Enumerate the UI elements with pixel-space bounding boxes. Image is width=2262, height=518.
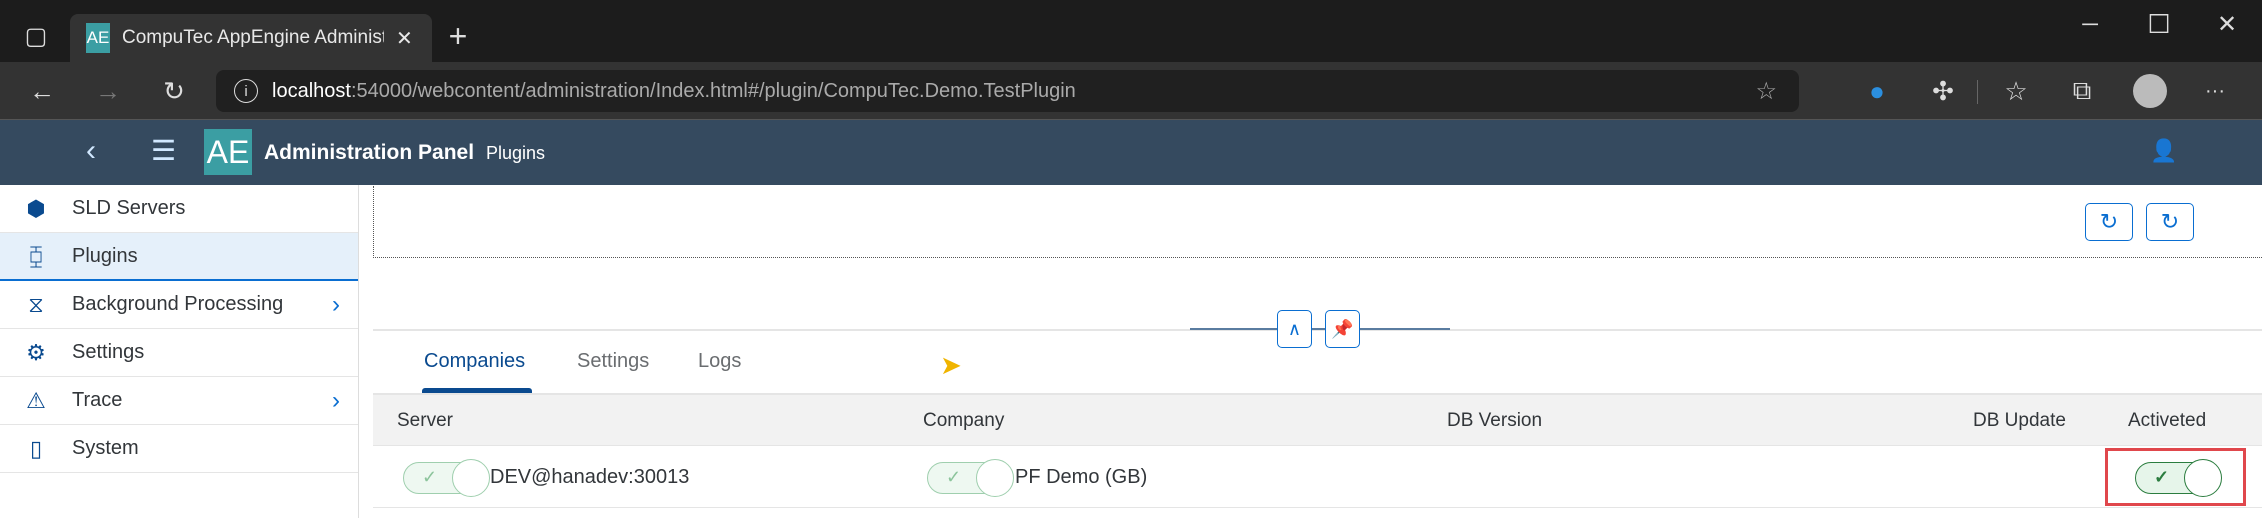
more-icon[interactable]: ···	[2195, 71, 2235, 111]
sidebar-item-label: System	[72, 437, 139, 459]
sidebar-item-system[interactable]: ▯ System	[0, 425, 358, 473]
company-toggle[interactable]: ✓	[927, 459, 1014, 497]
address-bar[interactable]: i localhost:54000/webcontent/administrat…	[216, 70, 1799, 112]
warning-icon: ⚠	[26, 387, 46, 413]
sidebar-item-settings[interactable]: ⚙ Settings	[0, 329, 358, 377]
app-logo: AE	[204, 129, 252, 175]
tab-title: CompuTec AppEngine Administr	[122, 27, 384, 48]
app-header: ‹ ☰ AE Administration Panel Plugins 👤	[0, 120, 2262, 185]
sidebar: ⬢ SLD Servers ⧮ Plugins ⧖ Background Proces…	[0, 185, 359, 518]
chevron-right-icon[interactable]: ›	[332, 291, 340, 319]
column-header-db-version[interactable]: DB Version	[1447, 410, 1542, 432]
close-tab-icon[interactable]: ✕	[396, 26, 413, 51]
browser-tab[interactable]: AE CompuTec AppEngine Administr ✕	[70, 14, 432, 62]
column-header-activated[interactable]: Activeted	[2128, 410, 2206, 432]
divider-accent	[1190, 328, 1450, 330]
close-window-icon[interactable]: ✕	[2207, 4, 2247, 44]
collapse-header-button[interactable]: ∧	[1277, 310, 1312, 348]
back-nav-icon[interactable]: ‹	[86, 134, 96, 168]
sld-servers-icon: ⬢	[26, 195, 46, 221]
forward-icon[interactable]: →	[88, 71, 128, 111]
reload-icon[interactable]: ↻	[154, 71, 194, 111]
favorites-icon[interactable]: ☆	[1996, 71, 2036, 111]
minimize-icon[interactable]: ─	[2070, 4, 2110, 44]
back-icon[interactable]: ←	[22, 71, 62, 111]
settings-icon: ⚙	[26, 339, 46, 365]
menu-icon[interactable]: ☰	[151, 134, 176, 167]
browser-extension-icon[interactable]: ●	[1857, 71, 1897, 111]
browser-toolbar: ← → ↻ i localhost:54000/webcontent/admin…	[0, 62, 2262, 120]
tab-actions-icon[interactable]: ▢	[16, 16, 56, 56]
tab-settings[interactable]: Settings	[577, 350, 649, 373]
sidebar-item-label: Trace	[72, 389, 123, 411]
chevron-right-icon[interactable]: ›	[332, 387, 340, 415]
server-toggle[interactable]: ✓	[403, 459, 490, 497]
add-favorite-icon[interactable]: ☆	[1755, 77, 1777, 106]
sidebar-item-label: Settings	[72, 341, 145, 363]
mouse-cursor: ➤	[940, 350, 962, 380]
refresh-button[interactable]: ↻	[2085, 203, 2133, 241]
collections-icon[interactable]: ⧉	[2062, 71, 2102, 111]
sidebar-item-label: SLD Servers	[72, 197, 186, 219]
company-cell: PF Demo (GB)	[1015, 466, 1148, 488]
column-header-server[interactable]: Server	[397, 410, 453, 432]
plugins-icon: ⧮	[28, 243, 44, 268]
check-icon: ✓	[422, 467, 438, 487]
maximize-icon[interactable]: ☐	[2139, 4, 2179, 44]
server-cell: DEV@hanadev:30013	[490, 466, 690, 488]
background-processing-icon: ⧖	[28, 291, 44, 317]
toolbar-divider	[1977, 80, 1978, 104]
new-tab-icon[interactable]: +	[438, 16, 478, 56]
tab-logs[interactable]: Logs	[698, 350, 741, 373]
sidebar-item-sld-servers[interactable]: ⬢ SLD Servers	[0, 185, 358, 233]
app-subtitle: Plugins	[486, 143, 546, 163]
check-icon: ✓	[946, 467, 962, 487]
user-menu-icon[interactable]: 👤	[2150, 138, 2177, 164]
browser-tab-bar: ▢ AE CompuTec AppEngine Administr ✕ + ─ …	[0, 0, 2262, 62]
url-path: :54000/webcontent/administration/Index.h…	[350, 79, 1076, 102]
highlight-box	[2105, 448, 2246, 506]
object-header	[373, 186, 2262, 258]
tab-companies[interactable]: Companies	[424, 350, 525, 373]
site-info-icon[interactable]: i	[234, 79, 258, 103]
sidebar-item-label: Plugins	[72, 244, 138, 267]
url-host: localhost	[272, 79, 351, 102]
sidebar-item-background-processing[interactable]: ⧖ Background Processing ›	[0, 281, 358, 329]
app-title: Administration Panel	[264, 141, 475, 164]
refresh-all-button[interactable]: ↻	[2146, 203, 2194, 241]
profile-avatar[interactable]	[2133, 74, 2167, 108]
sidebar-item-label: Background Processing	[72, 293, 284, 315]
tab-favicon: AE	[86, 23, 110, 53]
column-header-company[interactable]: Company	[923, 410, 1004, 432]
pin-header-button[interactable]: 📌	[1325, 310, 1360, 348]
sidebar-item-plugins[interactable]: ⧮ Plugins	[0, 233, 358, 281]
device-icon: ▯	[29, 435, 43, 461]
column-header-db-update[interactable]: DB Update	[1973, 410, 2066, 432]
extensions-icon[interactable]: ✣	[1923, 71, 1963, 111]
sidebar-item-trace[interactable]: ⚠ Trace ›	[0, 377, 358, 425]
